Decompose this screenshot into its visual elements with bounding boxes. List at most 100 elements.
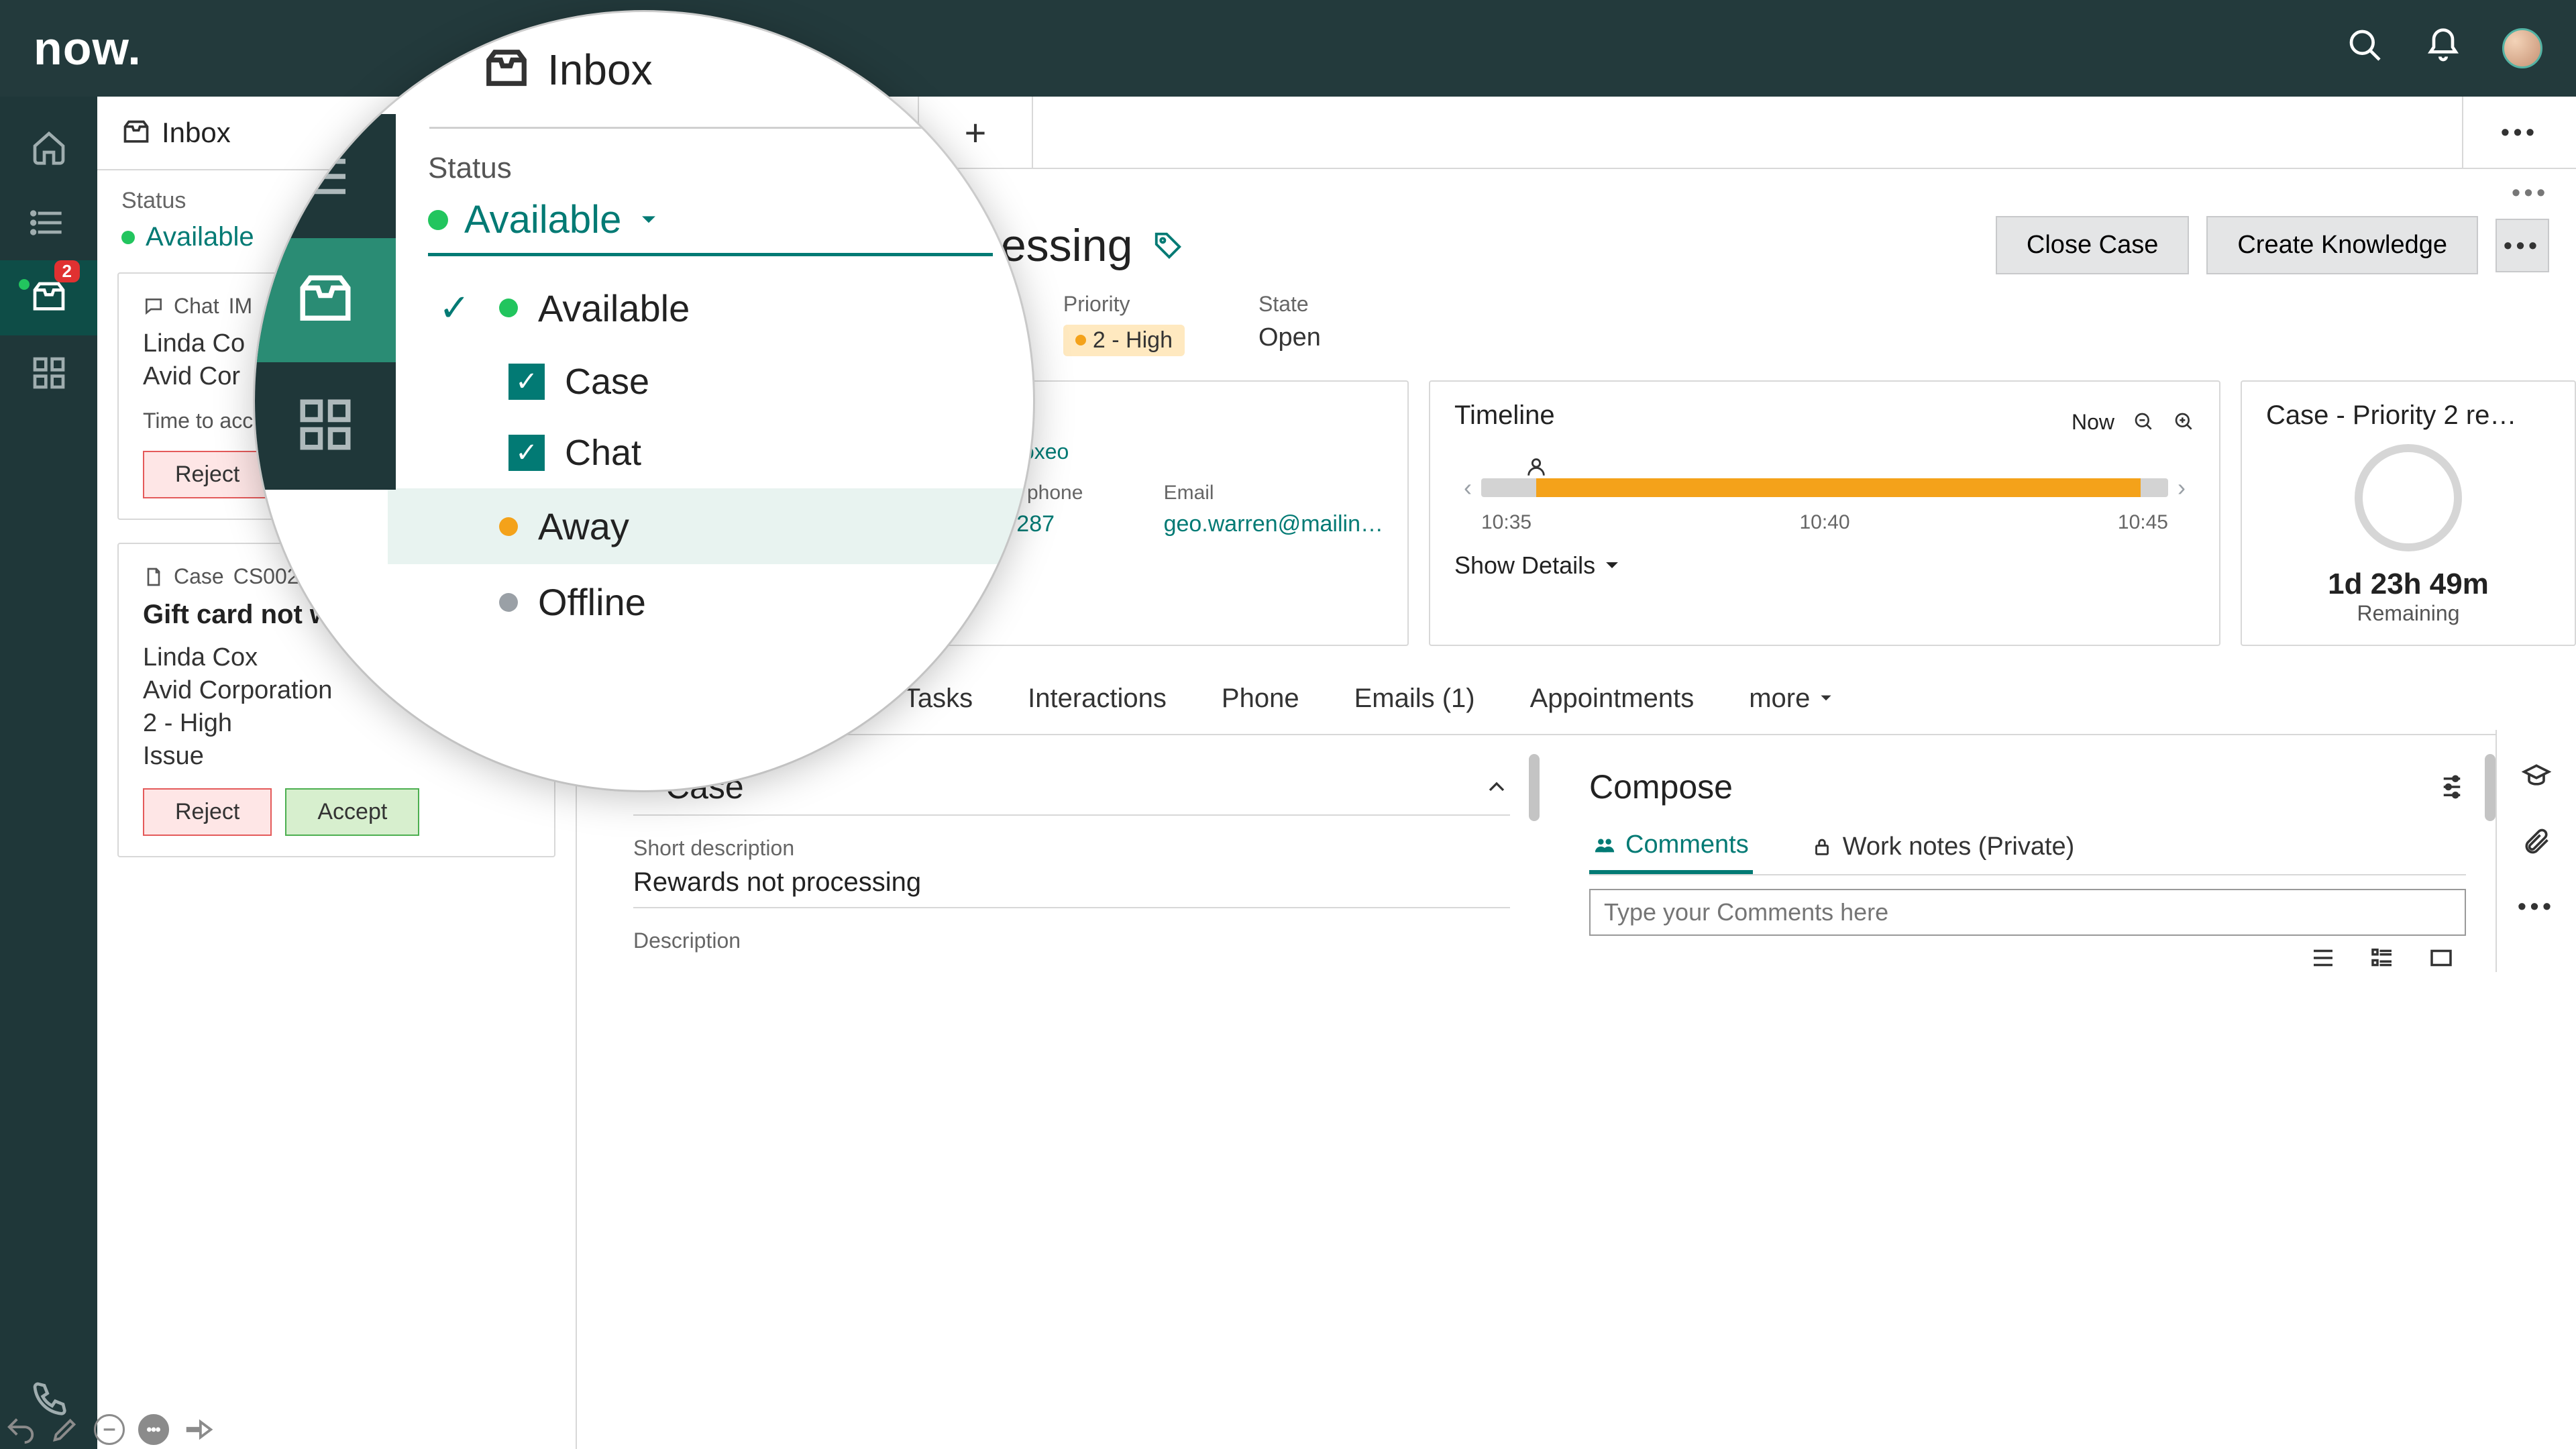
priority-value: 2 - High (1063, 323, 1185, 356)
nav-inbox[interactable]: 2 (0, 260, 97, 335)
card-type: Chat (174, 294, 219, 319)
short-description-value[interactable]: Rewards not processing (633, 867, 1510, 908)
top-bar: now. (0, 0, 2576, 97)
search-icon[interactable] (2347, 27, 2384, 70)
timeline-next[interactable]: › (2168, 474, 2195, 502)
sla-value: 1d 23h 49m (2266, 568, 2551, 601)
compose-title: Compose (1589, 767, 1733, 806)
card-type: Case (174, 564, 224, 589)
status-label: Status (428, 152, 993, 185)
inbox-icon (121, 118, 151, 148)
inbox-icon (483, 46, 530, 93)
timeline-panel: Timeline Now ‹ › (1429, 380, 2220, 646)
sla-panel: Case - Priority 2 re… 1d 23h 49m Remaini… (2241, 380, 2576, 646)
scrollbar[interactable] (2485, 754, 2496, 821)
user-icon (1525, 455, 1548, 484)
contact-label: Email (1164, 482, 1383, 504)
sla-title: Case - Priority 2 re… (2266, 400, 2551, 431)
zoom-rail (255, 114, 396, 490)
compose-tab-worknotes[interactable]: Work notes (Private) (1807, 820, 2079, 874)
close-case-button[interactable]: Close Case (1996, 216, 2189, 274)
state-value: Open (1258, 323, 1321, 352)
check-icon: ✓ (439, 286, 479, 330)
mini-toolbar (5, 1414, 213, 1445)
right-side-rail: ••• (2496, 730, 2576, 972)
inbox-title: Inbox (162, 117, 231, 149)
timeline-tick: 10:35 (1481, 511, 1532, 534)
brand-logo: now. (34, 21, 142, 75)
more-icon[interactable]: ••• (2518, 892, 2555, 920)
nav-apps[interactable] (255, 362, 396, 486)
nav-list[interactable] (0, 185, 97, 260)
timeline-prev[interactable]: ‹ (1454, 474, 1481, 502)
edit-icon[interactable] (50, 1414, 80, 1445)
top-bar-actions (2347, 27, 2542, 70)
meta-label: Priority (1063, 292, 1185, 317)
timeline-now[interactable]: Now (2072, 410, 2114, 435)
lock-icon (1811, 835, 1833, 858)
avatar[interactable] (2502, 28, 2542, 68)
nav-home[interactable] (0, 110, 97, 185)
create-knowledge-button[interactable]: Create Knowledge (2206, 216, 2478, 274)
tab-appointments[interactable]: Appointments (1526, 670, 1699, 727)
accept-button[interactable]: Accept (285, 788, 419, 836)
tab-interactions[interactable]: Interactions (1024, 670, 1171, 727)
status-dot-icon (19, 279, 30, 290)
scrollbar[interactable] (1529, 754, 1540, 821)
timeline-tick: 10:40 (1799, 511, 1849, 534)
chat-icon (143, 296, 164, 317)
left-nav-rail: 2 (0, 97, 97, 1449)
case-icon (143, 566, 164, 588)
status-option-offline[interactable]: Offline (428, 564, 993, 640)
tab-more[interactable]: more (1745, 670, 1839, 727)
timeline-bar[interactable] (1481, 478, 2168, 497)
sla-ring-icon (2355, 444, 2462, 551)
timeline-tick: 10:45 (2118, 511, 2168, 534)
email-link[interactable]: geo.warren@mailin… (1164, 511, 1383, 537)
status-text: Available (146, 222, 254, 252)
reject-button[interactable]: Reject (143, 451, 272, 498)
tab-overflow[interactable]: ••• (2462, 97, 2576, 168)
nav-apps[interactable] (0, 335, 97, 411)
channel-case[interactable]: ✓ Case (428, 346, 993, 417)
status-option-available[interactable]: ✓ Available (428, 270, 993, 346)
compose-input[interactable] (1589, 889, 2466, 936)
minus-circle-icon[interactable] (94, 1414, 125, 1445)
compose-tab-comments[interactable]: Comments (1589, 820, 1753, 874)
timeline-show-details[interactable]: Show Details (1454, 551, 2195, 580)
view-card-icon[interactable] (2427, 944, 2455, 972)
field-label: Short description (633, 836, 1510, 861)
tab-emails[interactable]: Emails (1) (1350, 670, 1479, 727)
status-dot-icon (121, 231, 135, 244)
people-icon (1593, 833, 1616, 856)
nav-list[interactable] (255, 114, 396, 238)
tab-phone[interactable]: Phone (1218, 670, 1303, 727)
checkbox-checked-icon: ✓ (508, 435, 545, 471)
checkbox-checked-icon: ✓ (508, 364, 545, 400)
attachment-icon[interactable] (2522, 826, 2551, 856)
status-dropdown[interactable]: Available (428, 197, 993, 256)
undo-icon[interactable] (5, 1414, 36, 1445)
inbox-badge: 2 (54, 260, 80, 282)
field-label: Description (633, 928, 1510, 953)
channel-chat[interactable]: ✓ Chat (428, 417, 993, 488)
chevron-down-icon (1603, 557, 1621, 574)
chevron-up-icon[interactable] (1483, 773, 1510, 800)
nav-inbox[interactable] (255, 238, 396, 362)
graduation-icon[interactable] (2522, 761, 2551, 790)
view-compact-icon[interactable] (2368, 944, 2396, 972)
view-list-icon[interactable] (2309, 944, 2337, 972)
bell-icon[interactable] (2424, 27, 2462, 70)
more-circle-icon[interactable] (138, 1414, 169, 1445)
tag-icon[interactable] (1152, 230, 1183, 261)
timeline-title: Timeline (1454, 400, 1555, 431)
reject-button[interactable]: Reject (143, 788, 272, 836)
status-option-away[interactable]: Away (388, 488, 1033, 564)
zoom-callout: Inbox Status Available ✓ Available ✓ Cas… (255, 12, 1033, 790)
zoom-in-icon[interactable] (2174, 411, 2195, 433)
zoom-out-icon[interactable] (2133, 411, 2155, 433)
forward-icon[interactable] (182, 1414, 213, 1445)
more-icon[interactable]: ••• (2512, 178, 2549, 207)
settings-icon[interactable] (2438, 773, 2466, 801)
more-actions-button[interactable]: ••• (2496, 219, 2549, 272)
